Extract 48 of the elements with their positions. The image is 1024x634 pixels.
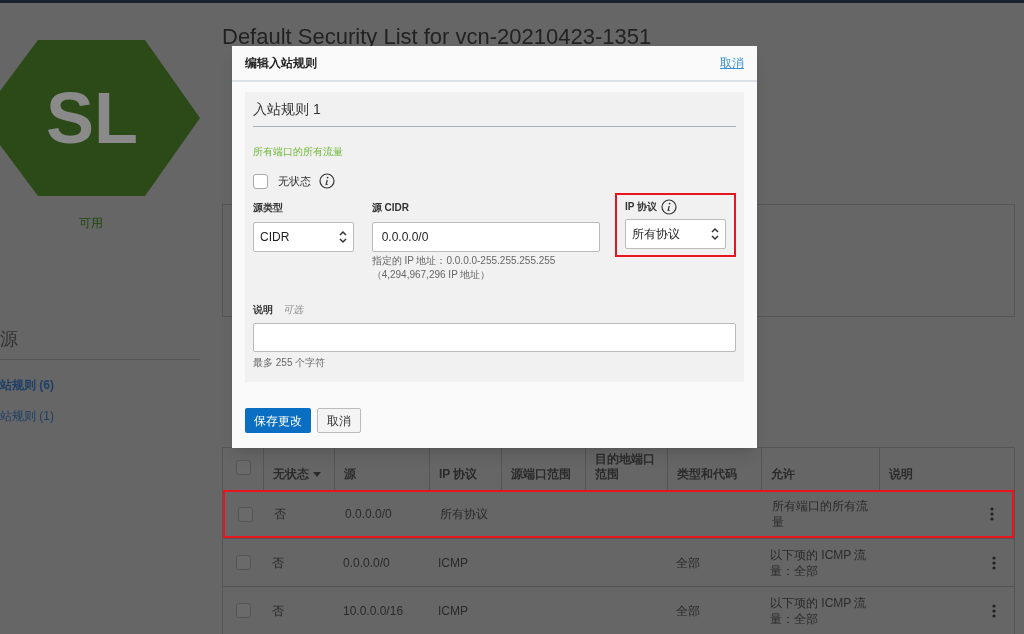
column-header: 允许: [771, 467, 795, 482]
table-cell-text: 10.0.0.0/16: [342, 602, 405, 620]
info-icon[interactable]: [661, 198, 678, 215]
table-cell-text: 否: [273, 506, 287, 523]
hint-text: （4,294,967,296 IP 地址）: [371, 267, 492, 282]
save-button[interactable]: 保存更改: [245, 408, 311, 433]
info-icon[interactable]: [319, 173, 335, 190]
updown-icon: [711, 226, 719, 241]
more-icon[interactable]: [992, 603, 996, 618]
table-cell-text: ICMP: [437, 554, 469, 572]
optional-text: 可选: [283, 302, 303, 317]
field-label: 说明: [253, 302, 273, 317]
page-title: Default Security List for vcn-20210423-1351: [222, 25, 653, 49]
column-header: 目的地端口范围: [595, 452, 656, 482]
table-cell-text: ICMP: [437, 602, 469, 620]
description-input[interactable]: [253, 322, 736, 352]
column-header: IP 协议: [439, 467, 478, 482]
status-text: 可用: [78, 215, 104, 232]
rule-title: 入站规则 1: [253, 92, 736, 127]
more-icon[interactable]: [992, 555, 996, 570]
more-icon[interactable]: [990, 507, 994, 521]
cancel-button[interactable]: 取消: [317, 408, 361, 433]
table-cell-text: 否: [271, 554, 285, 572]
field-label: 源 CIDR: [371, 201, 410, 215]
field-label: 源类型: [253, 201, 284, 215]
updown-icon: [339, 229, 347, 244]
column-header: 说明: [889, 467, 913, 482]
checkbox[interactable]: [253, 173, 268, 189]
table-cell: 全部: [676, 555, 700, 570]
sort-icon: [313, 472, 321, 477]
table-cell-text: 否: [271, 602, 285, 620]
table-cell: 全部: [676, 603, 700, 618]
column-header: 源: [344, 467, 356, 482]
field-label: IP 协议: [625, 200, 658, 214]
dialog-title: 编辑入站规则: [245, 55, 317, 72]
checkbox-label: 无状态: [278, 174, 311, 189]
hexagon-badge: SL: [0, 40, 200, 196]
column-header: 源端口范围: [511, 467, 571, 482]
cancel-link[interactable]: 取消: [720, 54, 744, 72]
cidr-input[interactable]: 0.0.0.0/0: [371, 221, 600, 252]
table-cell-text: 0.0.0.0/0: [342, 554, 391, 572]
summary-text: 所有端口的所有流量: [253, 145, 344, 159]
protocol-select[interactable]: 所有协议: [625, 218, 726, 249]
source-type-select[interactable]: CIDR: [253, 221, 354, 252]
hint-text: 指定的 IP 地址：0.0.0.0-255.255.255.255: [371, 253, 557, 268]
column-header: 类型和代码: [677, 467, 737, 482]
hint-text: 最多 255 个字符: [253, 355, 327, 370]
table-cell-text: 0.0.0.0/0: [344, 506, 393, 523]
